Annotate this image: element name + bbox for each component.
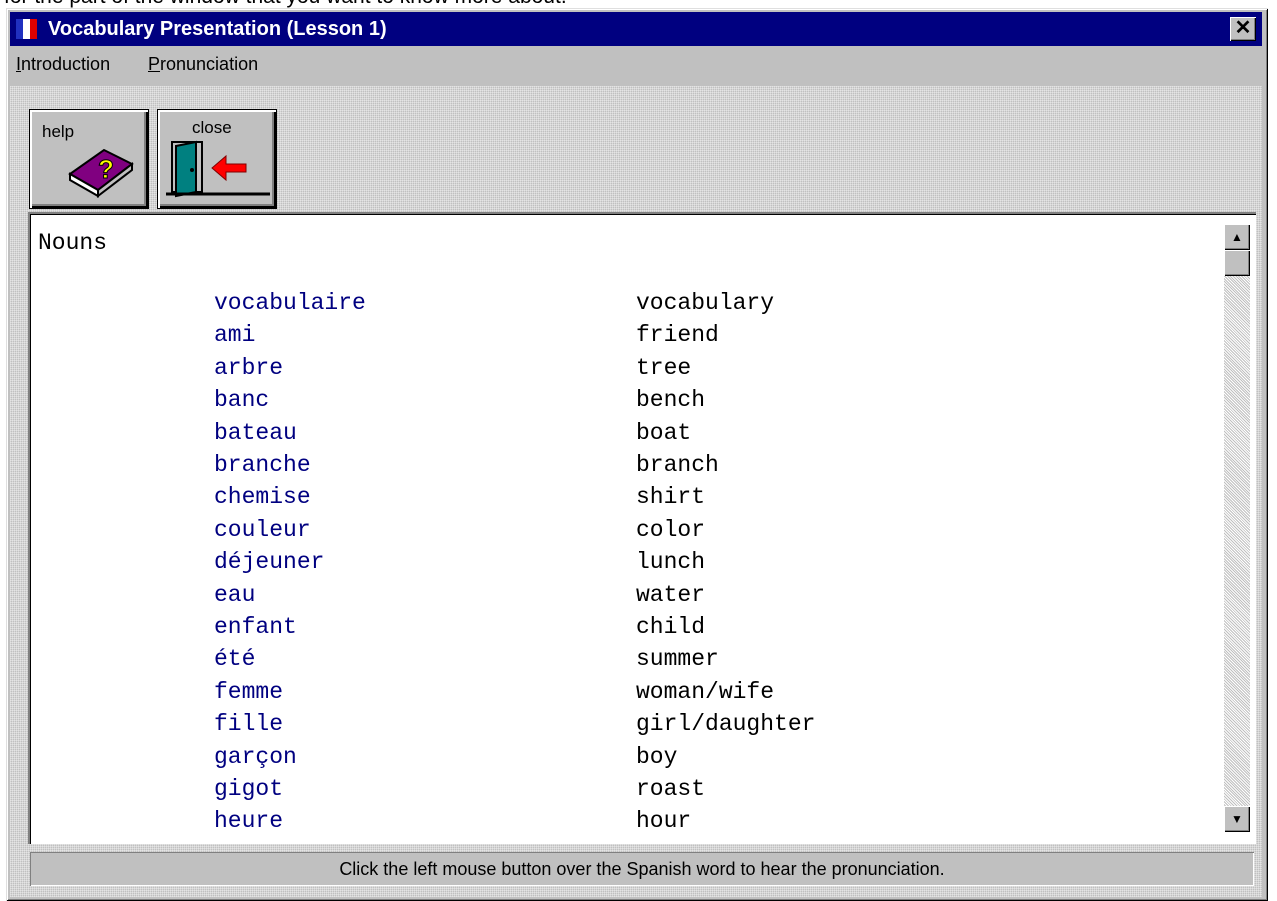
english-translation: boat [636, 419, 692, 446]
window-title: Vocabulary Presentation (Lesson 1) [48, 18, 387, 40]
vocab-row: déjeuner lunch [28, 549, 1188, 581]
status-bar: Click the left mouse button over the Spa… [30, 852, 1254, 886]
english-translation: water [636, 581, 706, 608]
vocab-row: fille girl/daughter [28, 711, 1188, 743]
vocab-row: arbre tree [28, 355, 1188, 387]
french-word[interactable]: heure [214, 808, 283, 834]
scroll-up-button[interactable]: ▲ [1224, 224, 1250, 250]
vocab-row: ami friend [28, 322, 1188, 354]
english-translation: woman/wife [636, 678, 775, 705]
english-translation: branch [636, 452, 719, 478]
top-hint-text: for the part of the window that you want… [0, 0, 1277, 8]
french-word[interactable]: enfant [214, 614, 297, 640]
french-word[interactable]: ami [214, 322, 255, 348]
vocab-row: heure hour [28, 808, 1188, 840]
english-translation: color [636, 516, 706, 543]
client-area: help ? close Nouns vocabulaire vocabulary… [10, 86, 1262, 897]
vocab-row: banc bench [28, 387, 1188, 419]
french-word[interactable]: garçon [214, 744, 297, 770]
vocab-row: couleur color [28, 517, 1188, 549]
french-word[interactable]: déjeuner [214, 549, 324, 575]
english-translation: lunch [636, 549, 706, 576]
french-word[interactable]: banc [214, 387, 269, 413]
french-word[interactable]: vocabulaire [214, 290, 366, 316]
vocab-row: chemise shirt [28, 484, 1188, 516]
french-word[interactable]: arbre [214, 355, 283, 381]
english-translation: friend [636, 322, 719, 349]
english-translation: roast [636, 776, 706, 802]
french-word[interactable]: fille [214, 711, 283, 737]
help-button[interactable]: help ? [30, 110, 148, 208]
french-word[interactable]: gigot [214, 776, 283, 802]
vocab-row: eau water [28, 582, 1188, 614]
english-translation: vocabulary [636, 290, 775, 316]
french-word[interactable]: couleur [214, 517, 311, 543]
french-word[interactable]: chemise [214, 484, 311, 510]
vocab-row: vocabulaire vocabulary [28, 290, 1188, 322]
menu-bar: Introduction Pronunciation [10, 48, 1262, 82]
vocab-row: branche branch [28, 452, 1188, 484]
vocab-row: enfant child [28, 614, 1188, 646]
french-word[interactable]: bateau [214, 420, 297, 446]
vocabulary-text-panel[interactable]: Nouns vocabulaire vocabulary ami friend arbr… [28, 212, 1256, 844]
english-translation: bench [636, 387, 706, 414]
app-window: Vocabulary Presentation (Lesson 1) ✕ Int… [6, 8, 1268, 901]
help-book-icon: ? [68, 148, 134, 199]
english-translation: girl/daughter [636, 711, 816, 738]
vertical-scrollbar[interactable]: ▲ ▼ [1224, 224, 1250, 832]
scroll-thumb[interactable] [1224, 250, 1250, 276]
english-translation: tree [636, 354, 692, 381]
vocab-row: été summer [28, 646, 1188, 678]
english-translation: shirt [636, 484, 706, 511]
english-translation: child [636, 614, 706, 640]
menu-pronunciation[interactable]: Pronunciation [148, 54, 258, 75]
vocab-row: gigot roast [28, 776, 1188, 808]
vocab-row: bateau boat [28, 420, 1188, 452]
close-button[interactable]: close [158, 110, 276, 208]
section-heading: Nouns [38, 230, 108, 256]
french-word[interactable]: branche [214, 452, 311, 478]
scroll-down-button[interactable]: ▼ [1224, 806, 1250, 832]
english-translation: boy [636, 743, 678, 770]
vocab-row: garçon boy [28, 744, 1188, 776]
english-translation: hour [636, 808, 692, 835]
exit-door-icon [166, 140, 270, 198]
french-word[interactable]: eau [214, 582, 255, 608]
help-question-glyph: ? [98, 154, 114, 184]
close-button-label: close [192, 118, 232, 137]
window-close-button[interactable]: ✕ [1230, 17, 1256, 41]
english-translation: summer [636, 646, 719, 673]
french-flag-icon [16, 19, 37, 39]
french-word[interactable]: été [214, 646, 255, 672]
vocab-row: femme woman/wife [28, 679, 1188, 711]
menu-introduction[interactable]: Introduction [16, 54, 110, 75]
french-word[interactable]: femme [214, 679, 283, 705]
title-bar[interactable]: Vocabulary Presentation (Lesson 1) ✕ [10, 12, 1262, 46]
